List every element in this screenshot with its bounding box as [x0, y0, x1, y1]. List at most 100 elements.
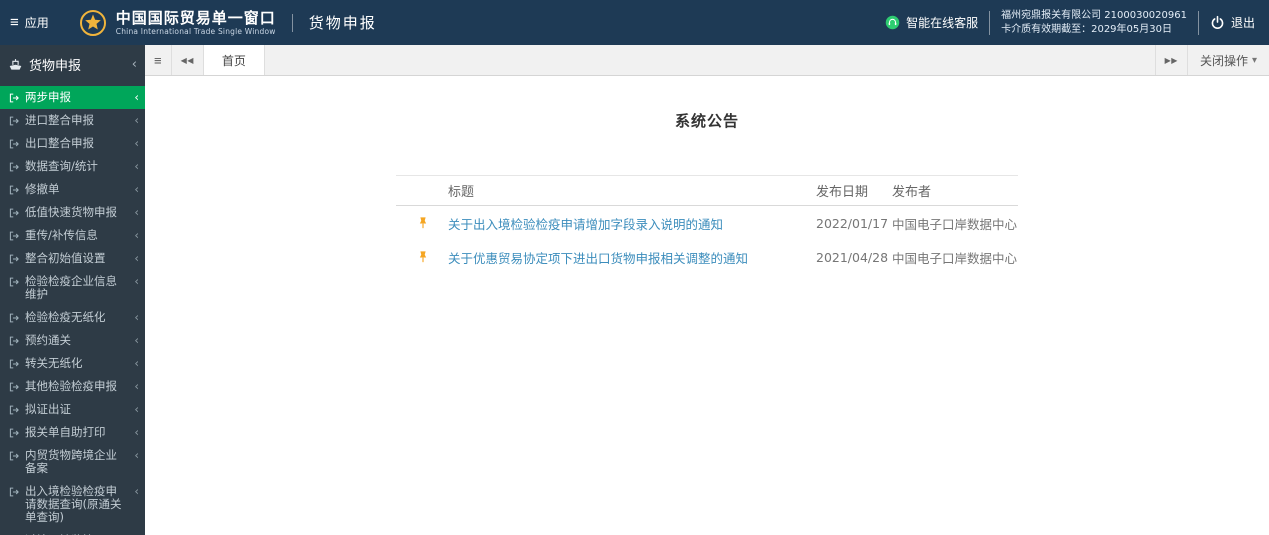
notice-publisher: 中国电子口岸数据中心 — [892, 250, 1018, 266]
close-operations-dropdown[interactable]: 关闭操作 ▾ — [1186, 45, 1269, 75]
online-service-label: 智能在线客服 — [906, 16, 979, 30]
module-title: 货物申报 — [308, 14, 377, 32]
app-window: ≡ 应用 中国国际贸易单一窗口 China International Trad… — [0, 0, 1269, 535]
sidebar-item-label: 拟证出证 — [25, 402, 71, 416]
divider — [989, 10, 991, 35]
ship-icon — [8, 57, 23, 72]
double-left-arrow-icon: ◀◀ — [180, 55, 194, 65]
power-icon — [1210, 15, 1225, 30]
hamburger-icon: ≡ — [10, 14, 19, 31]
pushpin-icon — [416, 216, 430, 230]
main-area: ≡ ◀◀ 首页 ▶▶ 关闭操作 ▾ 系统公告 标题 发布日期 发布者 关于出入境… — [145, 45, 1269, 535]
page-title: 系统公告 — [674, 112, 739, 130]
header-right: 智能在线客服 福州宛鼎报关有限公司 2100030020961 卡介质有效期截至… — [885, 9, 1255, 37]
notice-date: 2021/04/28 — [816, 249, 889, 265]
sidebar-item-other-ciq-declaration[interactable]: 其他检验检疫申报 ‹ — [0, 375, 145, 398]
sign-out-icon — [8, 138, 20, 150]
sidebar-item-domestic-trade-cross-border-filing[interactable]: 内贸货物跨境企业备案 ‹ — [0, 444, 145, 480]
sidebar-menu: 两步申报 ‹ 进口整合申报 ‹ 出口整合申报 ‹ 数据查询/统计 ‹ 修撤单 ‹… — [0, 86, 145, 535]
sidebar-module-title: 货物申报 — [29, 59, 82, 74]
sidebar-item-import-integrated-declaration[interactable]: 进口整合申报 ‹ — [0, 109, 145, 132]
tab-home[interactable]: 首页 — [203, 45, 265, 75]
sidebar-item-label: 数据查询/统计 — [25, 159, 98, 173]
pin-cell — [396, 250, 448, 264]
sidebar-item-modify-cancel-declaration[interactable]: 修撤单 ‹ — [0, 178, 145, 201]
sign-out-icon — [8, 358, 20, 370]
divider — [291, 13, 293, 32]
scroll-tabs-right-button[interactable]: ▶▶ — [1154, 45, 1187, 75]
sidebar-item-customs-declaration-self-print[interactable]: 报关单自助打印 ‹ — [0, 421, 145, 444]
sidebar-item-transit-transport-supervision[interactable]: 过境运输监管 ‹ — [0, 529, 145, 535]
apps-menu-label: 应用 — [24, 16, 49, 30]
sidebar-item-low-value-express-cargo[interactable]: 低值快速货物申报 ‹ — [0, 201, 145, 224]
chevron-icon: ‹ — [134, 425, 139, 439]
sign-out-icon — [8, 161, 20, 173]
sign-out-icon — [8, 115, 20, 127]
chevron-icon: ‹ — [134, 379, 139, 393]
sidebar: 货物申报 ‹ 两步申报 ‹ 进口整合申报 ‹ 出口整合申报 ‹ 数据查询/统计 … — [0, 45, 145, 535]
tab-bar: ≡ ◀◀ 首页 ▶▶ 关闭操作 ▾ — [145, 45, 1269, 76]
chevron-icon: ‹ — [134, 228, 139, 242]
chevron-icon: ‹ — [134, 182, 139, 196]
sidebar-item-label: 进口整合申报 — [25, 113, 94, 127]
page-content: 系统公告 标题 发布日期 发布者 关于出入境检验检疫申请增加字段录入说明的通知 … — [145, 76, 1269, 535]
chevron-icon: ‹ — [134, 333, 139, 347]
header-bar: ≡ 应用 中国国际贸易单一窗口 China International Trad… — [0, 0, 1269, 45]
sidebar-module-header[interactable]: 货物申报 ‹ — [0, 45, 145, 82]
online-service-button[interactable]: 智能在线客服 — [885, 14, 978, 31]
sidebar-item-label: 两步申报 — [25, 90, 71, 104]
notice-link[interactable]: 关于优惠贸易协定项下进出口货物申报相关调整的通知 — [448, 248, 816, 267]
body-row: 货物申报 ‹ 两步申报 ‹ 进口整合申报 ‹ 出口整合申报 ‹ 数据查询/统计 … — [0, 45, 1269, 535]
notice-table-header: 标题 发布日期 发布者 — [396, 176, 1018, 206]
sidebar-item-label: 预约通关 — [25, 333, 71, 347]
sign-out-icon — [8, 486, 20, 498]
scroll-tabs-left-button[interactable]: ◀◀ — [172, 45, 204, 75]
logout-button[interactable]: 退出 — [1210, 14, 1255, 31]
sidebar-item-label: 出入境检验检疫申请数据查询(原通关单查询) — [25, 484, 122, 524]
brand-text: 中国国际贸易单一窗口 China International Trade Sin… — [115, 8, 276, 36]
brand-subtitle: China International Trade Single Window — [115, 26, 276, 36]
sidebar-item-label: 重传/补传信息 — [25, 228, 98, 242]
sign-out-icon — [8, 92, 20, 104]
sign-out-icon — [8, 312, 20, 324]
sign-out-icon — [8, 184, 20, 196]
sidebar-item-transit-paperless[interactable]: 转关无纸化 ‹ — [0, 352, 145, 375]
sidebar-item-draft-certificate-issuance[interactable]: 拟证出证 ‹ — [0, 398, 145, 421]
notice-date: 2022/01/17 — [816, 215, 889, 231]
sign-out-icon — [8, 381, 20, 393]
customer-service-icon — [885, 15, 900, 30]
sidebar-item-ciq-paperless[interactable]: 检验检疫无纸化 ‹ — [0, 306, 145, 329]
apps-menu-button[interactable]: ≡ 应用 — [10, 14, 49, 31]
column-header-date: 发布日期 — [816, 185, 869, 200]
double-right-arrow-icon: ▶▶ — [1164, 55, 1178, 65]
chevron-icon: ‹ — [134, 205, 139, 219]
card-expiry: 卡介质有效期截至：2029年05月30日 — [1001, 23, 1172, 35]
notice-row: 关于优惠贸易协定项下进出口货物申报相关调整的通知 2021/04/28 中国电子… — [396, 240, 1018, 274]
sign-out-icon — [8, 276, 20, 288]
tab-list-button[interactable]: ≡ — [145, 45, 172, 75]
sidebar-item-label: 检验检疫企业信息维护 — [25, 274, 117, 301]
header-left: ≡ 应用 中国国际贸易单一窗口 China International Trad… — [10, 9, 377, 37]
sidebar-item-export-integrated-declaration[interactable]: 出口整合申报 ‹ — [0, 132, 145, 155]
chevron-icon: ‹ — [134, 274, 139, 288]
tab-list-icon: ≡ — [154, 52, 162, 68]
tab-home-label: 首页 — [221, 53, 246, 68]
notice-row: 关于出入境检验检疫申请增加字段录入说明的通知 2022/01/17 中国电子口岸… — [396, 206, 1018, 240]
sidebar-item-ciq-enterprise-info-maintenance[interactable]: 检验检疫企业信息维护 ‹ — [0, 270, 145, 306]
notice-link[interactable]: 关于出入境检验检疫申请增加字段录入说明的通知 — [448, 214, 816, 233]
chevron-icon: ‹ — [134, 356, 139, 370]
tab-bar-right: ▶▶ 关闭操作 ▾ — [1154, 45, 1269, 75]
sidebar-item-ciq-application-data-query[interactable]: 出入境检验检疫申请数据查询(原通关单查询) ‹ — [0, 480, 145, 529]
sidebar-item-appointment-clearance[interactable]: 预约通关 ‹ — [0, 329, 145, 352]
sign-out-icon — [8, 335, 20, 347]
sidebar-item-integration-initial-settings[interactable]: 整合初始值设置 ‹ — [0, 247, 145, 270]
sidebar-item-retransmit-supplement-info[interactable]: 重传/补传信息 ‹ — [0, 224, 145, 247]
sidebar-item-two-step-declaration[interactable]: 两步申报 ‹ — [0, 86, 145, 109]
sign-out-icon — [8, 427, 20, 439]
brand-title: 中国国际贸易单一窗口 — [115, 8, 276, 27]
chevron-icon: ‹ — [134, 310, 139, 324]
sidebar-item-label: 内贸货物跨境企业备案 — [25, 448, 117, 475]
chevron-icon: ‹ — [134, 402, 139, 416]
chevron-icon: ‹ — [131, 57, 137, 72]
sidebar-item-data-query-statistics[interactable]: 数据查询/统计 ‹ — [0, 155, 145, 178]
